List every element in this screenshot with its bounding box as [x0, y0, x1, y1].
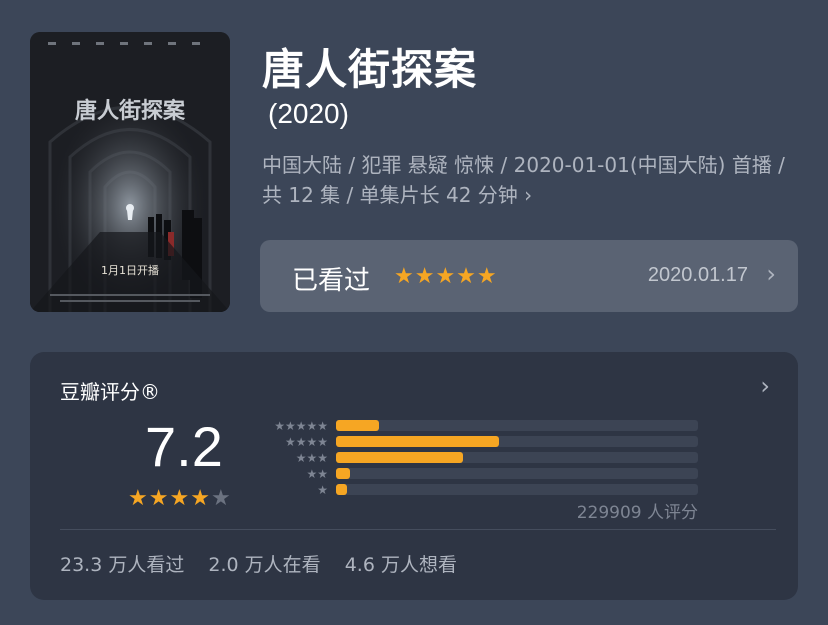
dist-stars-label: ★ [317, 483, 328, 497]
dist-stars-label: ★★★ [295, 451, 328, 465]
dist-bar-fill [336, 468, 351, 479]
dist-stars-label: ★★ [306, 467, 328, 481]
poster-image[interactable]: 唐人街探案 1月1日开播 [30, 32, 230, 312]
star-full-icon: ★ [169, 486, 191, 511]
dist-bar-track [336, 484, 698, 495]
rating-count: 229909 人评分 [576, 503, 698, 523]
audience-stats: 23.3 万人看过 2.0 万人在看 4.6 万人想看 [60, 550, 475, 577]
dist-stars-label: ★★★★★ [274, 419, 328, 433]
dist-bar-fill [336, 420, 380, 431]
my-rating-stars: ★★★★★ [394, 264, 498, 289]
movie-meta[interactable]: 中国大陆 / 犯罪 悬疑 惊悚 / 2020-01-01(中国大陆) 首播 / … [262, 150, 802, 210]
watched-label: 已看过 [292, 266, 371, 296]
rating-header: 豆瓣评分® [60, 380, 160, 404]
divider [60, 529, 776, 530]
rating-stars: ★★★★★ [128, 486, 232, 511]
dist-bar-fill [336, 452, 463, 463]
star-half-icon: ★ [190, 486, 211, 511]
chevron-right-icon: › [524, 183, 533, 207]
star-full-icon: ★ [128, 486, 149, 511]
poster-art: 唐人街探案 1月1日开播 [30, 32, 230, 312]
poster-title-art: 唐人街探案 [75, 98, 186, 124]
dist-bar-track [336, 436, 698, 447]
star-full-icon: ★ [148, 486, 170, 511]
dist-bar-track [336, 420, 698, 431]
rating-score: 7.2 [145, 415, 223, 478]
dist-bar-fill [336, 436, 499, 447]
douban-rating-card[interactable]: 豆瓣评分® › 7.2 ★★★★★ ★★★★★ ★★★★ ★★★ ★★ ★ 229909… [30, 352, 798, 600]
page-title: 唐人街探案 [262, 45, 478, 94]
dist-bar-track [336, 452, 698, 463]
star-empty-icon: ★ [210, 486, 232, 511]
watched-date: 2020.01.17 [647, 264, 748, 286]
chevron-right-icon: › [766, 260, 776, 288]
stat-watched: 23.3 万人看过 [60, 554, 185, 576]
dist-bar-fill [336, 484, 347, 495]
stat-want: 4.6 万人想看 [344, 554, 457, 576]
release-year: (2020) [268, 98, 349, 129]
watched-status-button[interactable]: 已看过 ★★★★★ 2020.01.17 › [260, 240, 798, 312]
dist-stars-label: ★★★★ [284, 435, 328, 449]
stat-watching: 2.0 万人在看 [208, 554, 321, 576]
chevron-right-icon: › [760, 372, 770, 400]
dist-bar-track [336, 468, 698, 479]
poster-caption: 1月1日开播 [101, 263, 159, 277]
